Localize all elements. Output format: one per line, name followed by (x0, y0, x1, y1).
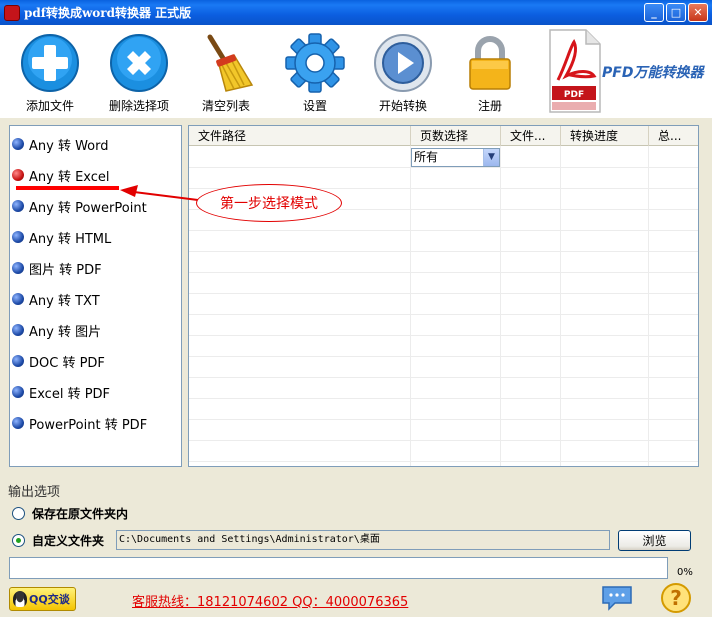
radio-dot-icon (12, 417, 24, 429)
radio-label: 保存在原文件夹内 (32, 507, 129, 521)
radio-custom-folder[interactable]: 自定义文件夹 (12, 532, 104, 549)
radio-dot-icon (12, 355, 24, 367)
qq-chat-label: QQ交谈 (29, 593, 70, 606)
settings-button[interactable]: 设置 (275, 33, 355, 117)
page-select-dropdown[interactable]: 所有 ▼ (411, 148, 500, 167)
mode-doc-to-pdf[interactable]: DOC 转 PDF (12, 351, 105, 371)
output-path-field[interactable]: C:\Documents and Settings\Administrator\… (116, 530, 610, 550)
mode-image-to-pdf[interactable]: 图片 转 PDF (12, 258, 102, 278)
close-button[interactable]: ✕ (688, 3, 708, 22)
column-header-file-size[interactable]: 文件... (501, 126, 561, 146)
page-select-value: 所有 (414, 150, 439, 164)
output-options-title: 输出选项 (8, 485, 61, 500)
mode-any-to-excel[interactable]: Any 转 Excel (12, 165, 110, 185)
pdf-badge-text: PDF (564, 90, 584, 100)
column-header-file-path[interactable]: 文件路径 (189, 126, 411, 146)
mode-label: Any 转 TXT (29, 293, 100, 309)
app-icon (4, 4, 20, 21)
mode-label: PowerPoint 转 PDF (29, 417, 148, 433)
start-convert-button[interactable]: 开始转换 (363, 33, 443, 117)
mode-list: Any 转 Word Any 转 Excel Any 转 PowerPoint … (9, 125, 182, 467)
radio-dot-icon (12, 138, 24, 150)
radio-dot-icon (12, 386, 24, 398)
mode-label: 图片 转 PDF (29, 262, 102, 278)
progress-percent: 0% (677, 567, 693, 578)
mode-any-to-txt[interactable]: Any 转 TXT (12, 289, 100, 309)
delete-icon (110, 34, 168, 92)
broom-icon (207, 34, 254, 92)
svg-text:?: ? (670, 586, 682, 610)
radio-dot-icon (12, 293, 24, 305)
annotation-bubble: 第一步选择模式 (196, 184, 342, 222)
play-icon (374, 34, 432, 92)
mode-label: Any 转 Word (29, 138, 109, 154)
column-header-progress[interactable]: 转换进度 (561, 126, 649, 146)
delete-selected-button[interactable]: 删除选择项 (99, 33, 179, 117)
plus-icon (21, 34, 79, 92)
column-header-total[interactable]: 总... (649, 126, 698, 146)
mode-any-to-word[interactable]: Any 转 Word (12, 134, 109, 154)
mode-label: Any 转 HTML (29, 231, 112, 247)
title-bar: pdf转换成word转换器 正式版 _ □ ✕ (0, 0, 712, 25)
minimize-button[interactable]: _ (644, 3, 664, 22)
mode-powerpoint-to-pdf[interactable]: PowerPoint 转 PDF (12, 413, 147, 433)
annotation-text: 第一步选择模式 (220, 196, 318, 212)
gear-icon (285, 33, 345, 93)
brand-logo: PDF PFD万能转换器 (544, 28, 712, 116)
mode-any-to-image[interactable]: Any 转 图片 (12, 320, 101, 340)
browse-button[interactable]: 浏览 (618, 530, 691, 551)
pdf-logo-icon: PDF (549, 29, 601, 113)
maximize-button[interactable]: □ (666, 3, 686, 22)
radio-dot-icon (12, 262, 24, 274)
annotation-arrow-icon (120, 185, 199, 201)
mode-any-to-html[interactable]: Any 转 HTML (12, 227, 111, 247)
clear-list-label: 清空列表 (201, 99, 250, 113)
toolbar: 添加文件 删除选择项 清空列表 设置 开始转换 注册 PDF PFD万能转换器 (0, 25, 712, 118)
register-label: 注册 (477, 99, 502, 113)
radio-dot-icon (12, 324, 24, 336)
radio-label: 自定义文件夹 (32, 534, 105, 548)
radio-dot-active-icon (12, 169, 24, 181)
add-file-button[interactable]: 添加文件 (10, 33, 90, 117)
chat-bubble-icon[interactable] (601, 585, 633, 611)
progress-bar (9, 557, 668, 579)
qq-penguin-icon (13, 591, 27, 607)
hotline-link[interactable]: 客服热线：18121074602 QQ：4000076365 (132, 591, 408, 610)
help-icon[interactable]: ? (660, 582, 692, 614)
radio-button-checked[interactable] (12, 534, 25, 547)
brand-text: PFD万能转换器 (602, 65, 704, 81)
delete-selected-label: 删除选择项 (108, 99, 169, 113)
lock-icon (469, 36, 511, 90)
mode-label: Any 转 图片 (29, 324, 102, 340)
add-file-label: 添加文件 (25, 99, 74, 113)
chevron-down-icon[interactable]: ▼ (483, 149, 499, 166)
qq-chat-button[interactable]: QQ交谈 (9, 587, 76, 611)
mode-label: Excel 转 PDF (29, 386, 111, 402)
window-title: pdf转换成word转换器 正式版 (24, 6, 192, 20)
column-header-page-select[interactable]: 页数选择 (411, 126, 501, 146)
file-table: 文件路径 页数选择 文件... 转换进度 总... 所有 ▼ (188, 125, 699, 467)
radio-dot-icon (12, 200, 24, 212)
settings-label: 设置 (302, 99, 327, 113)
annotation-underline (16, 186, 119, 190)
table-header: 文件路径 页数选择 文件... 转换进度 总... (189, 126, 698, 146)
mode-label: Any 转 Excel (29, 169, 110, 185)
mode-label: DOC 转 PDF (29, 355, 105, 371)
radio-button[interactable] (12, 507, 25, 520)
clear-list-button[interactable]: 清空列表 (186, 33, 266, 117)
register-button[interactable]: 注册 (450, 33, 530, 117)
start-convert-label: 开始转换 (378, 99, 427, 113)
mode-excel-to-pdf[interactable]: Excel 转 PDF (12, 382, 110, 402)
radio-dot-icon (12, 231, 24, 243)
radio-save-same-folder[interactable]: 保存在原文件夹内 (12, 505, 128, 522)
